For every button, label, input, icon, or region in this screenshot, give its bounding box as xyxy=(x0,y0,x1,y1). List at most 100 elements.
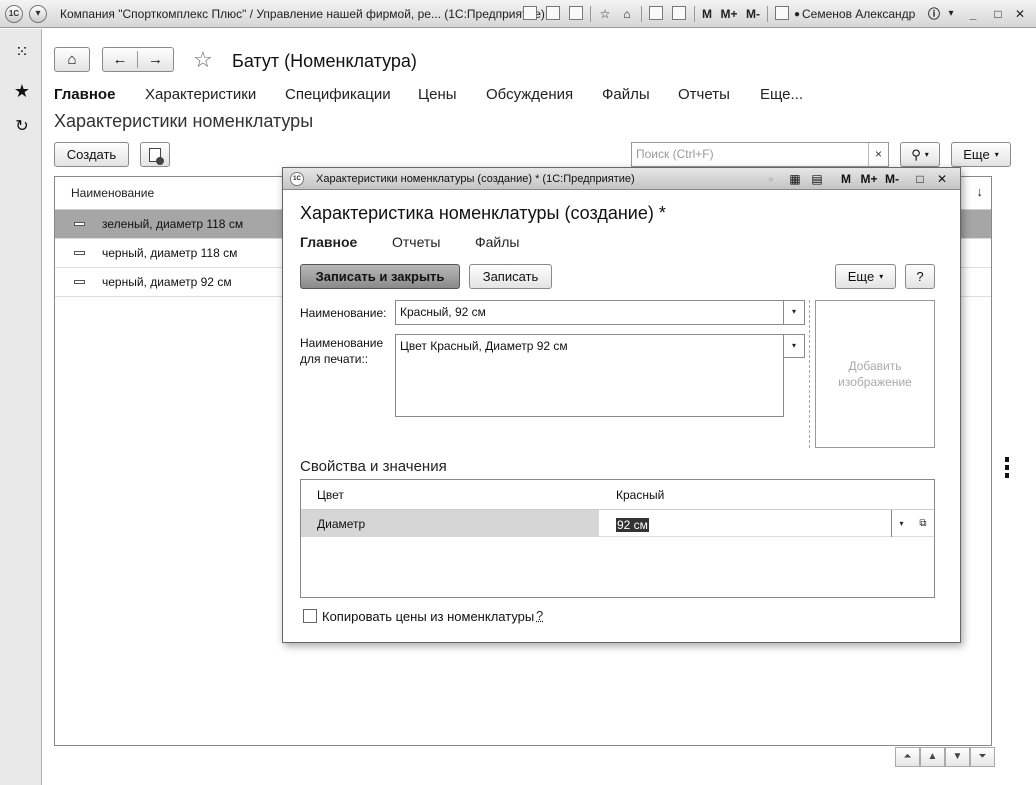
dialog-heading: Характеристика номенклатуры (создание) * xyxy=(300,203,666,223)
dialog-more-button[interactable]: Еще ▾ xyxy=(835,264,896,289)
tab-reports[interactable]: Отчеты xyxy=(678,86,730,103)
navigation-buttons: ← → xyxy=(102,47,174,72)
dialog-memory-plus-button[interactable]: M+ xyxy=(859,171,879,187)
dialog-more-label: Еще xyxy=(847,269,875,284)
app-logo-icon[interactable]: 1C xyxy=(5,5,23,23)
dialog-calculator-icon[interactable]: ▦ xyxy=(788,171,802,187)
more-actions-icon[interactable] xyxy=(1005,457,1009,481)
name-field[interactable]: Красный, 92 см xyxy=(395,300,784,325)
home-button[interactable]: ⌂ xyxy=(54,47,90,72)
favorites-star-icon[interactable]: ★ xyxy=(12,81,32,101)
list-item-label: черный, диаметр 92 см xyxy=(102,275,232,289)
name-dropdown-icon[interactable]: ▾ xyxy=(783,300,805,325)
search-button[interactable]: ⚲ ▾ xyxy=(900,142,940,167)
property-name: Диаметр xyxy=(317,517,366,531)
home-icon[interactable]: ⌂ xyxy=(618,5,636,23)
save-and-close-button[interactable]: Записать и закрыть xyxy=(300,264,460,289)
panel-icon[interactable] xyxy=(775,6,789,20)
more-button[interactable]: Еще ▾ xyxy=(951,142,1011,167)
dialog-tab-main[interactable]: Главное xyxy=(300,234,357,250)
user-icon: ● xyxy=(793,9,801,20)
dialog-close-icon[interactable]: ✕ xyxy=(935,171,949,187)
more-label: Еще xyxy=(963,147,990,162)
memory-button[interactable]: M xyxy=(700,5,714,23)
copy-prices-checkbox[interactable] xyxy=(303,609,317,623)
list-item-label: черный, диаметр 118 см xyxy=(102,246,238,260)
list-item-label: зеленый, диаметр 118 см xyxy=(102,217,244,231)
copy-button[interactable] xyxy=(140,142,170,167)
calculator-icon[interactable] xyxy=(649,6,663,20)
minimize-icon[interactable]: _ xyxy=(965,5,981,23)
first-page-icon[interactable]: ⏶ xyxy=(895,747,920,767)
sections-menu-icon[interactable]: ⁙ xyxy=(12,43,32,63)
info-dropdown-icon[interactable]: ▾ xyxy=(945,5,957,23)
chevron-down-icon: ▾ xyxy=(924,150,929,159)
dialog-tab-reports[interactable]: Отчеты xyxy=(392,234,440,250)
print-name-field[interactable]: Цвет Красный, Диаметр 92 см xyxy=(395,334,784,417)
toolbar-separator xyxy=(590,6,591,22)
save-button[interactable]: Записать xyxy=(469,264,552,289)
copy-prices-label[interactable]: Копировать цены из номенклатуры xyxy=(322,609,534,624)
main-menu-icon[interactable]: ▾ xyxy=(29,5,47,23)
properties-title: Свойства и значения xyxy=(300,458,447,475)
property-row-selected[interactable]: Диаметр 92 см ▾ ⧉ xyxy=(301,509,934,537)
toolbar-separator xyxy=(641,6,642,22)
property-open-icon[interactable]: ⧉ xyxy=(913,510,933,537)
close-icon[interactable]: ✕ xyxy=(1012,5,1028,23)
tab-files[interactable]: Файлы xyxy=(602,86,650,103)
dialog-save-icon[interactable]: ▫ xyxy=(764,171,778,187)
last-page-icon[interactable]: ⏷ xyxy=(970,747,995,767)
image-placeholder-line-2: изображение xyxy=(838,375,912,389)
tab-characteristics[interactable]: Характеристики xyxy=(145,86,256,103)
page-up-icon[interactable]: ▲ xyxy=(920,747,945,767)
dialog-memory-button[interactable]: M xyxy=(839,171,853,187)
tab-prices[interactable]: Цены xyxy=(418,86,457,103)
print-icon[interactable] xyxy=(546,6,560,20)
help-button[interactable]: ? xyxy=(905,264,935,289)
calendar-icon[interactable] xyxy=(672,6,686,20)
tab-specifications[interactable]: Спецификации xyxy=(285,86,391,103)
page-down-icon[interactable]: ▼ xyxy=(945,747,970,767)
dialog-tab-files[interactable]: Файлы xyxy=(475,234,519,250)
home-icon: ⌂ xyxy=(67,51,77,68)
sort-arrow-icon[interactable]: ↓ xyxy=(977,184,984,199)
user-name[interactable]: Семенов Александр xyxy=(802,7,915,21)
print-name-label-line-2: для печати:: xyxy=(300,352,369,366)
toolbar-separator xyxy=(694,6,695,22)
column-header-name[interactable]: Наименование xyxy=(71,186,154,200)
print-name-dropdown-icon[interactable]: ▾ xyxy=(783,334,805,358)
preview-icon[interactable] xyxy=(569,6,583,20)
property-value-input[interactable]: 92 см xyxy=(616,518,649,532)
back-arrow-icon[interactable]: ← xyxy=(103,51,139,68)
image-placeholder[interactable]: Добавить изображение xyxy=(815,300,935,448)
info-icon[interactable]: ⓘ xyxy=(926,5,942,23)
property-name[interactable]: Цвет xyxy=(317,488,344,502)
forward-arrow-icon[interactable]: → xyxy=(138,51,173,68)
memory-plus-button[interactable]: M+ xyxy=(718,5,740,23)
dialog-memory-minus-button[interactable]: M- xyxy=(882,171,902,187)
tab-discussions[interactable]: Обсуждения xyxy=(486,86,573,103)
search-clear-icon[interactable]: × xyxy=(868,143,888,166)
favorite-star-icon[interactable]: ☆ xyxy=(193,47,213,73)
tab-more[interactable]: Еще... xyxy=(760,86,803,103)
dialog-maximize-icon[interactable]: □ xyxy=(913,171,927,187)
property-dropdown-icon[interactable]: ▾ xyxy=(891,510,911,537)
maximize-icon[interactable]: □ xyxy=(990,5,1006,23)
favorites-icon[interactable]: ☆ xyxy=(596,5,614,23)
name-label: Наименование: xyxy=(300,306,387,320)
chevron-down-icon: ▾ xyxy=(879,272,884,281)
window-title: Компания "Спорткомплекс Плюс" / Управлен… xyxy=(60,7,545,21)
history-icon[interactable]: ↻ xyxy=(12,117,32,137)
property-value[interactable]: Красный xyxy=(616,488,664,502)
tab-main[interactable]: Главное xyxy=(54,86,115,103)
item-marker-icon xyxy=(74,251,85,255)
search-input[interactable]: Поиск (Ctrl+F) × xyxy=(631,142,889,167)
create-button[interactable]: Создать xyxy=(54,142,129,167)
save-icon[interactable] xyxy=(523,6,537,20)
copy-prices-help-icon[interactable]: ? xyxy=(536,608,543,623)
dialog-app-icon[interactable]: 1C xyxy=(290,172,304,186)
item-marker-icon xyxy=(74,222,85,226)
characteristic-dialog: 1C Характеристики номенклатуры (создание… xyxy=(282,167,961,643)
memory-minus-button[interactable]: M- xyxy=(743,5,763,23)
dialog-calendar-icon[interactable]: ▤ xyxy=(810,171,824,187)
